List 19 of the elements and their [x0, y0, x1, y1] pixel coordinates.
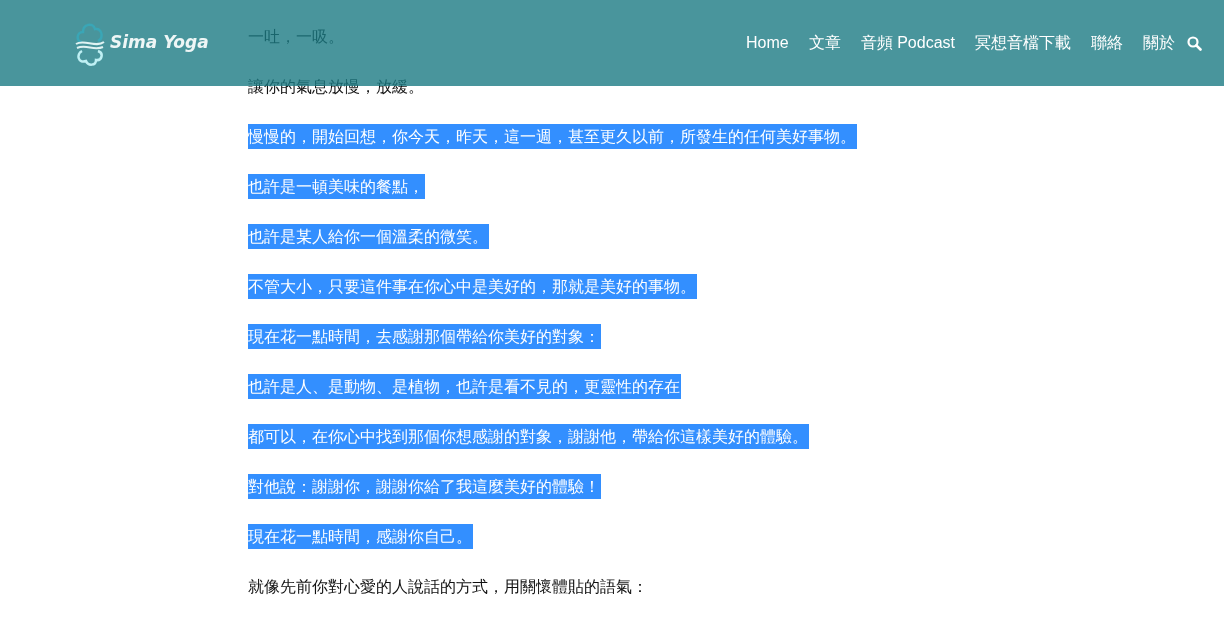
paragraph: 現在花一點時間，去感謝那個帶給你美好的對象： [248, 324, 601, 349]
nav-link[interactable]: 關於 [1143, 31, 1175, 55]
paragraph: 也許是某人給你一個溫柔的微笑。 [248, 224, 489, 249]
logo-icon [74, 20, 106, 66]
nav-link[interactable]: 文章 [808, 31, 841, 55]
nav-link[interactable]: 冥想音檔下載 [975, 31, 1071, 55]
paragraph: 就像先前你對心愛的人說話的方式，用關懷體貼的語氣： [248, 577, 649, 597]
search-icon[interactable] [1187, 35, 1202, 51]
paragraph: 現在花一點時間，感謝你自己。 [248, 524, 473, 549]
paragraph: 都可以，在你心中找到那個你想感謝的對象，謝謝他，帶給你這樣美好的體驗。 [248, 424, 809, 449]
paragraph: 也許是一頓美味的餐點， [248, 174, 425, 199]
paragraph: 慢慢的，開始回想，你今天，昨天，這一週，甚至更久以前，所發生的任何美好事物。 [248, 124, 857, 149]
nav-link[interactable]: 音頻 Podcast [860, 31, 955, 55]
nav-link[interactable]: Home [746, 31, 789, 55]
paragraph: 也許是人、是動物、是植物，也許是看不見的，更靈性的存在 [248, 374, 681, 399]
paragraph: 對他說：謝謝你，謝謝你給了我這麼美好的體驗！ [248, 474, 601, 499]
logo-text: Sima Yoga [110, 31, 209, 55]
paragraph: 不管大小，只要這件事在你心中是美好的，那就是美好的事物。 [248, 274, 697, 299]
nav-link[interactable]: 聯絡 [1091, 31, 1123, 55]
